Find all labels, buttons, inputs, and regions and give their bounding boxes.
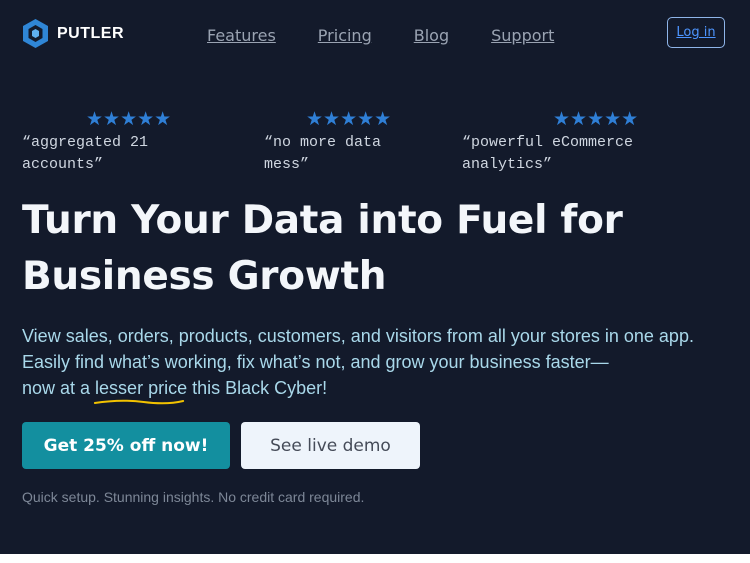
subtitle-line-3-pre: now at a [22, 378, 96, 398]
review-3: ★★★★★ “powerful eCommerce analytics” [462, 109, 639, 176]
get-discount-button[interactable]: Get 25% off now! [22, 422, 230, 469]
hero-note: Quick setup. Stunning insights. No credi… [22, 489, 365, 505]
review-quote: “no more data mess” [264, 134, 382, 173]
putler-logo-icon [23, 19, 48, 48]
review-1: ★★★★★ “aggregated 21 accounts” [22, 109, 172, 176]
star-rating: ★★★★★ [553, 109, 639, 130]
hero-subtitle: View sales, orders, products, customers,… [22, 323, 732, 405]
review-quote: “powerful eCommerce analytics” [462, 134, 634, 173]
review-quote: “aggregated 21 accounts” [22, 134, 149, 173]
highlighted-label: lesser price [95, 378, 188, 398]
highlight-underline-icon [93, 399, 185, 405]
star-rating: ★★★★★ [306, 109, 392, 130]
headline-line-1: Turn Your Data into Fuel for [22, 198, 623, 243]
login-button[interactable]: Log in [667, 17, 725, 48]
hero-section: PUTLER Features Pricing Blog Support Log… [0, 0, 750, 554]
subtitle-line-3: now at a lesser price this Black Cyber! [22, 375, 732, 405]
nav-link-blog[interactable]: Blog [414, 26, 449, 45]
subtitle-line-1: View sales, orders, products, customers,… [22, 326, 694, 346]
headline-line-2: Business Growth [22, 254, 387, 299]
highlighted-text: lesser price [93, 378, 188, 405]
live-demo-button[interactable]: See live demo [241, 422, 420, 469]
subtitle-line-2: Easily find what’s working, fix what’s n… [22, 352, 609, 372]
star-rating: ★★★★★ [86, 109, 172, 130]
brand-logo[interactable]: PUTLER [22, 18, 124, 49]
subtitle-line-3-post: this Black Cyber! [187, 378, 328, 398]
page-title: Turn Your Data into Fuel for Business Gr… [22, 193, 722, 305]
review-2: ★★★★★ “no more data mess” [264, 109, 392, 176]
main-nav: Features Pricing Blog Support [207, 26, 554, 45]
nav-link-support[interactable]: Support [491, 26, 554, 45]
brand-name: PUTLER [57, 24, 124, 42]
nav-link-features[interactable]: Features [207, 26, 276, 45]
nav-link-pricing[interactable]: Pricing [318, 26, 372, 45]
